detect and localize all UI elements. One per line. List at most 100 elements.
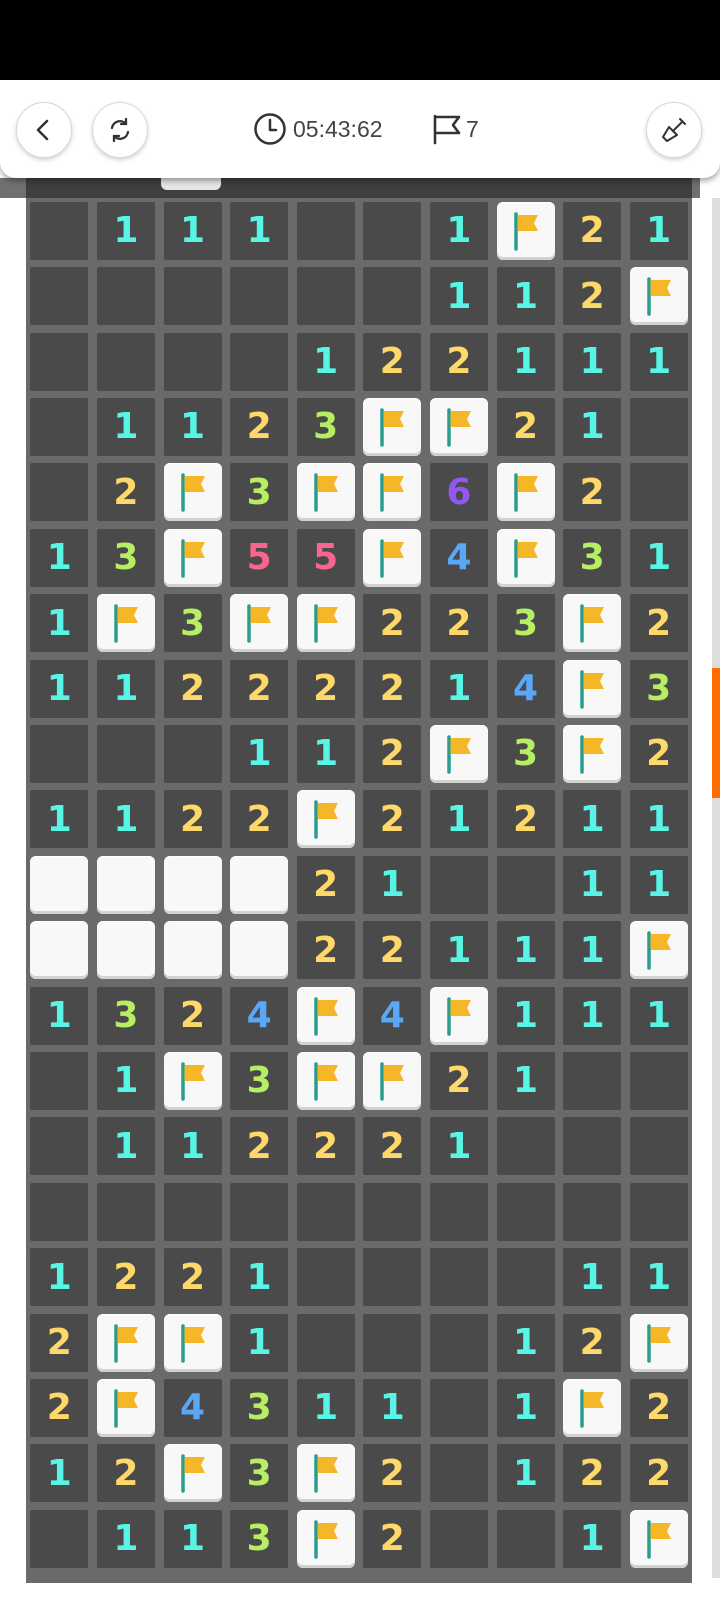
hidden-cell[interactable] — [30, 921, 89, 980]
flagged-cell[interactable] — [429, 986, 488, 1045]
flagged-cell[interactable] — [496, 463, 555, 522]
number-cell[interactable]: 2 — [363, 921, 422, 980]
empty-cell[interactable] — [230, 332, 289, 391]
number-cell[interactable]: 1 — [30, 1444, 89, 1503]
number-cell[interactable]: 1 — [563, 921, 622, 980]
empty-cell[interactable] — [96, 332, 155, 391]
flagged-cell[interactable] — [629, 921, 688, 980]
empty-cell[interactable] — [429, 1444, 488, 1503]
number-cell[interactable]: 2 — [230, 659, 289, 718]
number-cell[interactable]: 1 — [30, 528, 89, 587]
empty-cell[interactable] — [629, 463, 688, 522]
flagged-cell[interactable] — [296, 986, 355, 1045]
empty-cell[interactable] — [296, 1248, 355, 1307]
flagged-cell[interactable] — [296, 594, 355, 653]
number-cell[interactable]: 2 — [96, 1248, 155, 1307]
number-cell[interactable]: 1 — [429, 659, 488, 718]
empty-cell[interactable] — [30, 1509, 89, 1568]
hidden-cell[interactable] — [96, 921, 155, 980]
number-cell[interactable]: 1 — [496, 267, 555, 326]
number-cell[interactable]: 2 — [30, 1313, 89, 1372]
number-cell[interactable]: 2 — [30, 1378, 89, 1437]
number-cell[interactable]: 1 — [496, 332, 555, 391]
number-cell[interactable]: 3 — [230, 1378, 289, 1437]
number-cell[interactable]: 3 — [96, 528, 155, 587]
flagged-cell[interactable] — [563, 659, 622, 718]
number-cell[interactable]: 1 — [163, 397, 222, 456]
number-cell[interactable]: 1 — [563, 332, 622, 391]
empty-cell[interactable] — [363, 1182, 422, 1241]
empty-cell[interactable] — [296, 1313, 355, 1372]
number-cell[interactable]: 2 — [296, 921, 355, 980]
empty-cell[interactable] — [230, 267, 289, 326]
flagged-cell[interactable] — [230, 594, 289, 653]
number-cell[interactable]: 2 — [163, 1248, 222, 1307]
back-button[interactable] — [16, 102, 72, 158]
flagged-cell[interactable] — [96, 1378, 155, 1437]
number-cell[interactable]: 1 — [30, 790, 89, 849]
number-cell[interactable]: 2 — [429, 594, 488, 653]
number-cell[interactable]: 4 — [163, 1378, 222, 1437]
number-cell[interactable]: 1 — [629, 986, 688, 1045]
empty-cell[interactable] — [96, 724, 155, 783]
empty-cell[interactable] — [429, 1248, 488, 1307]
empty-cell[interactable] — [429, 1378, 488, 1437]
empty-cell[interactable] — [363, 1313, 422, 1372]
hidden-cell[interactable] — [163, 921, 222, 980]
number-cell[interactable]: 1 — [96, 659, 155, 718]
number-cell[interactable]: 2 — [363, 790, 422, 849]
number-cell[interactable]: 1 — [30, 986, 89, 1045]
number-cell[interactable]: 2 — [363, 594, 422, 653]
empty-cell[interactable] — [30, 463, 89, 522]
empty-cell[interactable] — [496, 855, 555, 914]
flagged-cell[interactable] — [629, 1509, 688, 1568]
empty-cell[interactable] — [496, 1182, 555, 1241]
empty-cell[interactable] — [163, 724, 222, 783]
number-cell[interactable]: 1 — [496, 986, 555, 1045]
empty-cell[interactable] — [30, 397, 89, 456]
hidden-cell[interactable] — [30, 855, 89, 914]
number-cell[interactable]: 4 — [429, 528, 488, 587]
empty-cell[interactable] — [363, 267, 422, 326]
number-cell[interactable]: 1 — [296, 332, 355, 391]
flagged-cell[interactable] — [363, 528, 422, 587]
number-cell[interactable]: 1 — [563, 855, 622, 914]
number-cell[interactable]: 2 — [496, 397, 555, 456]
number-cell[interactable]: 1 — [629, 855, 688, 914]
empty-cell[interactable] — [563, 1182, 622, 1241]
number-cell[interactable]: 1 — [629, 528, 688, 587]
number-cell[interactable]: 3 — [96, 986, 155, 1045]
number-cell[interactable]: 6 — [429, 463, 488, 522]
number-cell[interactable]: 4 — [230, 986, 289, 1045]
number-cell[interactable]: 1 — [163, 201, 222, 260]
empty-cell[interactable] — [563, 1051, 622, 1110]
flagged-cell[interactable] — [296, 790, 355, 849]
empty-cell[interactable] — [30, 1051, 89, 1110]
number-cell[interactable]: 2 — [163, 790, 222, 849]
flagged-cell[interactable] — [96, 1313, 155, 1372]
empty-cell[interactable] — [363, 1248, 422, 1307]
empty-cell[interactable] — [30, 332, 89, 391]
flagged-cell[interactable] — [563, 1378, 622, 1437]
scrollbar-track[interactable] — [712, 198, 720, 1578]
flagged-cell[interactable] — [296, 1051, 355, 1110]
number-cell[interactable]: 3 — [496, 594, 555, 653]
empty-cell[interactable] — [30, 267, 89, 326]
empty-cell[interactable] — [429, 1182, 488, 1241]
hidden-cell[interactable] — [230, 855, 289, 914]
number-cell[interactable]: 1 — [96, 790, 155, 849]
flagged-cell[interactable] — [363, 463, 422, 522]
empty-cell[interactable] — [496, 1509, 555, 1568]
flagged-cell[interactable] — [296, 1509, 355, 1568]
number-cell[interactable]: 1 — [230, 1313, 289, 1372]
number-cell[interactable]: 1 — [563, 397, 622, 456]
number-cell[interactable]: 1 — [563, 1248, 622, 1307]
number-cell[interactable]: 2 — [163, 986, 222, 1045]
flagged-cell[interactable] — [96, 594, 155, 653]
number-cell[interactable]: 1 — [96, 1509, 155, 1568]
flagged-cell[interactable] — [363, 1051, 422, 1110]
flagged-cell[interactable] — [163, 463, 222, 522]
number-cell[interactable]: 2 — [230, 790, 289, 849]
number-cell[interactable]: 1 — [496, 1051, 555, 1110]
number-cell[interactable]: 2 — [629, 1378, 688, 1437]
